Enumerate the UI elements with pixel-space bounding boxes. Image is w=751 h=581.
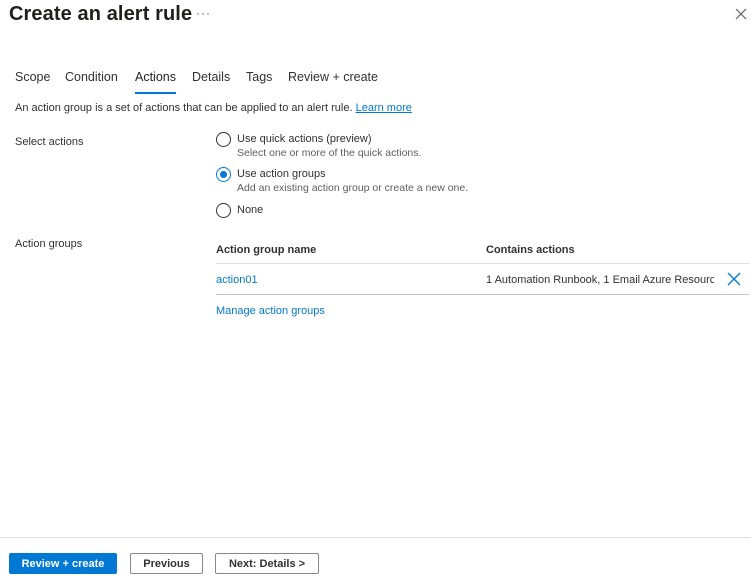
review-create-button[interactable]: Review + create xyxy=(9,553,117,574)
radio-none-label: None xyxy=(237,204,264,216)
column-header-name: Action group name xyxy=(216,244,317,256)
footer-divider xyxy=(0,537,751,538)
radio-action-groups-label: Use action groups xyxy=(237,168,326,180)
action-groups-label: Action groups xyxy=(15,238,83,250)
radio-none[interactable]: None xyxy=(216,203,263,218)
remove-icon[interactable] xyxy=(727,272,741,286)
action-group-name-link[interactable]: action01 xyxy=(216,274,258,286)
action-group-contains: 1 Automation Runbook, 1 Email Azure Reso… xyxy=(486,274,714,286)
learn-more-link[interactable]: Learn more xyxy=(356,102,412,114)
page-title: Create an alert rule xyxy=(9,3,193,25)
more-options-icon[interactable]: ··· xyxy=(196,6,211,20)
radio-quick-actions[interactable]: Use quick actions (preview) Select one o… xyxy=(216,132,421,160)
radio-quick-actions-description: Select one or more of the quick actions. xyxy=(237,147,422,159)
radio-action-groups-circle[interactable] xyxy=(216,167,231,182)
radio-action-groups-description: Add an existing action group or create a… xyxy=(237,182,469,194)
intro-text: An action group is a set of actions that… xyxy=(15,102,412,114)
grid-header: Action group name Contains actions xyxy=(216,240,749,264)
tab-details[interactable]: Details xyxy=(192,70,230,92)
tab-condition[interactable]: Condition xyxy=(65,70,118,92)
manage-action-groups-link[interactable]: Manage action groups xyxy=(216,305,325,317)
tab-scope[interactable]: Scope xyxy=(15,70,50,92)
column-header-contains: Contains actions xyxy=(486,244,575,256)
radio-none-circle[interactable] xyxy=(216,203,231,218)
intro-description: An action group is a set of actions that… xyxy=(15,102,353,114)
tab-bar: Scope Condition Actions Details Tags Rev… xyxy=(0,70,751,94)
table-row: action01 1 Automation Runbook, 1 Email A… xyxy=(216,264,749,295)
select-actions-label: Select actions xyxy=(15,136,84,148)
radio-action-groups[interactable]: Use action groups Add an existing action… xyxy=(216,167,468,195)
radio-quick-actions-label: Use quick actions (preview) xyxy=(237,133,372,145)
action-groups-grid: Action group name Contains actions actio… xyxy=(216,240,749,317)
close-icon[interactable] xyxy=(734,7,748,21)
previous-button[interactable]: Previous xyxy=(130,553,203,574)
radio-quick-actions-circle[interactable] xyxy=(216,132,231,147)
next-details-button[interactable]: Next: Details > xyxy=(215,553,319,574)
tab-review-create[interactable]: Review + create xyxy=(288,70,378,92)
tab-actions[interactable]: Actions xyxy=(135,70,176,94)
tab-tags[interactable]: Tags xyxy=(246,70,272,92)
